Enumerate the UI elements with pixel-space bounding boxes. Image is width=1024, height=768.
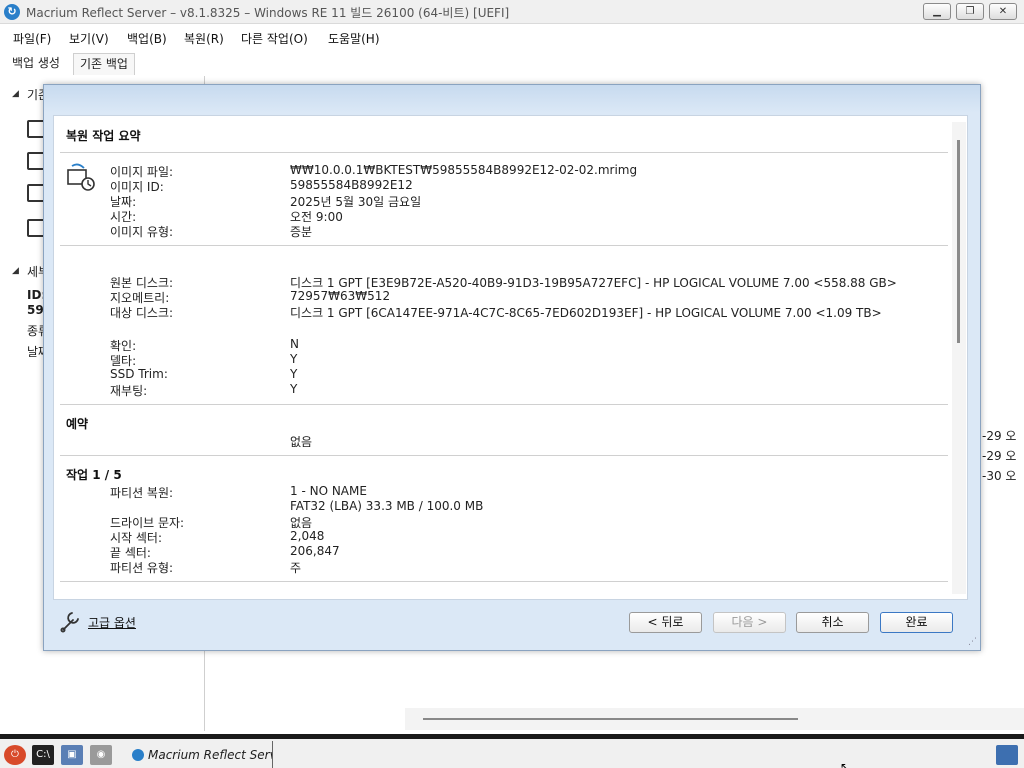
divider xyxy=(60,455,948,456)
taskbar-app-label: Macrium Reflect Serv... xyxy=(148,748,272,762)
taskbar: ⏻ C:\ ▣ ◉ Macrium Reflect Serv... xyxy=(0,734,1024,768)
maximize-button[interactable]: ❐ xyxy=(956,3,984,20)
tray-app-icon[interactable] xyxy=(996,745,1018,765)
ssd-trim-value: Y xyxy=(290,367,298,381)
next-button[interactable]: 다음 > xyxy=(713,612,786,633)
minimize-button[interactable]: ▁ xyxy=(923,3,951,20)
horizontal-scrollbar[interactable] xyxy=(405,708,1024,730)
expand-triangle-icon[interactable]: ◢ xyxy=(12,89,19,99)
summary-title: 복원 작업 요약 xyxy=(66,129,141,143)
tab-create-backup[interactable]: 백업 생성 xyxy=(6,53,66,75)
menu-other-tasks[interactable]: 다른 작업(O) xyxy=(241,30,308,47)
tab-strip: 백업 생성 기존 백업 xyxy=(0,50,1024,76)
cancel-button[interactable]: 취소 xyxy=(796,612,869,633)
ssd-trim-label: SSD Trim: xyxy=(110,367,168,381)
menu-file[interactable]: 파일(F) xyxy=(13,30,51,47)
reboot-value: Y xyxy=(290,382,298,396)
menu-restore[interactable]: 복원(R) xyxy=(184,30,224,47)
restore-wizard-dialog: 복원 작업 요약 이미지 파일: ₩₩10.0.0.1₩BKTEST₩59855… xyxy=(43,84,981,651)
partition-type-label: 파티션 유형: xyxy=(110,561,174,575)
macrium-app-icon xyxy=(132,749,144,761)
menu-help[interactable]: 도움말(H) xyxy=(328,30,380,47)
close-icon: ✕ xyxy=(998,6,1008,17)
partition-fs-value: FAT32 (LBA) 33.3 MB / 100.0 MB xyxy=(290,499,484,513)
start-sector-value: 2,048 xyxy=(290,529,325,543)
image-file-value: ₩₩10.0.0.1₩BKTEST₩59855584B8992E12-02-02… xyxy=(290,163,638,177)
partition-restore-label: 파티션 복원: xyxy=(110,486,174,500)
tab-existing-backups[interactable]: 기존 백업 xyxy=(73,53,135,75)
image-type-label: 이미지 유형: xyxy=(110,225,174,239)
verify-value: N xyxy=(290,337,299,351)
divider xyxy=(60,581,948,582)
title-bar: ↻ Macrium Reflect Server – v8.1.8325 – W… xyxy=(0,0,1024,24)
minimize-icon: ▁ xyxy=(933,6,941,17)
summary-panel: 복원 작업 요약 이미지 파일: ₩₩10.0.0.1₩BKTEST₩59855… xyxy=(53,115,968,600)
divider xyxy=(60,152,948,153)
id-value: 59 xyxy=(27,303,44,317)
schedule-title: 예약 xyxy=(66,417,89,431)
scrollbar-thumb[interactable] xyxy=(957,140,960,343)
wrench-icon xyxy=(60,612,79,633)
partition-type-value: 주 xyxy=(290,561,302,575)
macrium-app-icon: ↻ xyxy=(4,4,20,20)
delta-value: Y xyxy=(290,352,298,366)
menu-view[interactable]: 보기(V) xyxy=(69,30,109,47)
partition-restore-value: 1 - NO NAME xyxy=(290,484,367,498)
target-disk-label: 대상 디스크: xyxy=(110,306,174,320)
operation-title: 작업 1 / 5 xyxy=(66,468,122,482)
divider xyxy=(60,245,948,246)
mouse-cursor-icon: ↖ xyxy=(840,760,851,768)
image-id-value: 59855584B8992E12 xyxy=(290,178,413,192)
list-item-date: -29 오 xyxy=(982,449,1017,463)
advanced-options-link[interactable]: 고급 옵션 xyxy=(88,614,136,631)
resize-grip-icon[interactable]: ⋰ xyxy=(968,637,977,647)
schedule-value: 없음 xyxy=(290,435,313,449)
taskbar-app-macrium[interactable]: Macrium Reflect Serv... xyxy=(128,741,273,768)
menu-bar: 파일(F) 보기(V) 백업(B) 복원(R) 다른 작업(O) 도움말(H) xyxy=(0,26,1024,50)
reboot-label: 재부팅: xyxy=(110,384,148,398)
finish-button[interactable]: 완료 xyxy=(880,612,953,633)
scrollbar-thumb[interactable] xyxy=(423,718,798,720)
list-item-date: -30 오 xyxy=(982,469,1017,483)
back-button[interactable]: < 뒤로 xyxy=(629,612,702,633)
vertical-scrollbar[interactable] xyxy=(952,122,966,594)
cmd-icon[interactable]: C:\ xyxy=(32,745,54,765)
list-item-date: -29 오 xyxy=(982,429,1017,443)
image-type-value: 증분 xyxy=(290,225,313,239)
geometry-value: 72957₩63₩512 xyxy=(290,289,391,303)
camera-icon[interactable]: ◉ xyxy=(90,745,112,765)
end-sector-value: 206,847 xyxy=(290,544,340,558)
network-icon[interactable]: ▣ xyxy=(61,745,83,765)
close-button[interactable]: ✕ xyxy=(989,3,1017,20)
target-disk-value: 디스크 1 GPT [6CA147EE-971A-4C7C-8C65-7ED60… xyxy=(290,306,882,320)
image-restore-icon xyxy=(67,163,95,191)
menu-backup[interactable]: 백업(B) xyxy=(127,30,167,47)
divider xyxy=(60,404,948,405)
expand-triangle-icon[interactable]: ◢ xyxy=(12,266,19,276)
power-icon[interactable]: ⏻ xyxy=(4,745,26,765)
window-title: Macrium Reflect Server – v8.1.8325 – Win… xyxy=(26,6,510,20)
restore-icon: ❐ xyxy=(965,6,975,17)
